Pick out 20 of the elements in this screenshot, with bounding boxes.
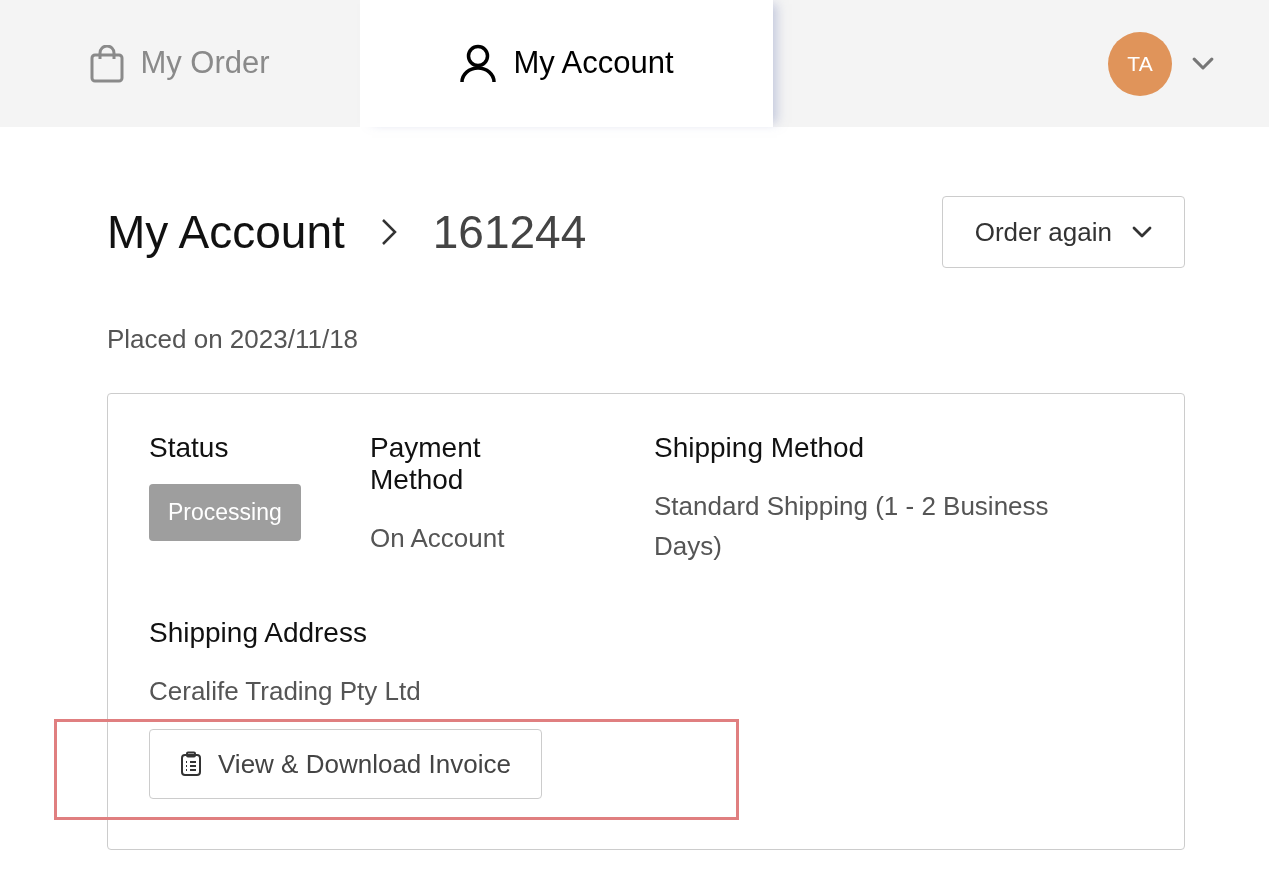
invoice-button[interactable]: View & Download Invoice bbox=[149, 729, 542, 799]
page-title: My Account bbox=[107, 204, 345, 260]
chevron-down-icon bbox=[1132, 226, 1152, 238]
detail-value: Ceralife Trading Pty Ltd bbox=[149, 675, 422, 708]
chevron-down-icon bbox=[1192, 56, 1214, 71]
detail-label: Payment Method bbox=[370, 432, 482, 496]
detail-label: Shipping Address bbox=[149, 616, 368, 650]
order-again-button[interactable]: Order again bbox=[941, 196, 1185, 268]
status-badge: Processing bbox=[149, 484, 301, 541]
detail-label: Status bbox=[149, 432, 230, 464]
detail-label: Shipping Method bbox=[654, 432, 866, 464]
person-icon bbox=[459, 43, 498, 84]
nav-tab[interactable]: My Account bbox=[360, 0, 773, 127]
clipboard-icon bbox=[180, 751, 202, 777]
chevron-right-icon bbox=[380, 218, 397, 246]
detail-value: On Account bbox=[370, 522, 506, 555]
placed-on-date: Placed on 2023/11/18 bbox=[107, 323, 360, 356]
order-number: 161244 bbox=[432, 204, 587, 260]
detail-value: Standard Shipping (1 - 2 Business Days) bbox=[654, 490, 1050, 563]
shopping-bag-icon bbox=[90, 44, 125, 83]
